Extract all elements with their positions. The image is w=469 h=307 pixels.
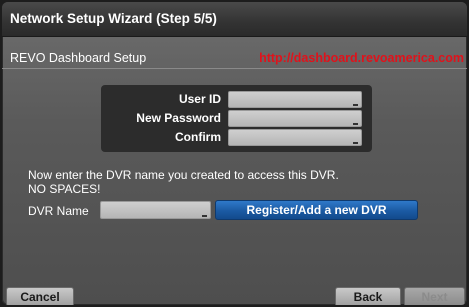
user-id-label: User ID <box>178 92 221 106</box>
instruction-warning: NO SPACES! <box>28 182 101 196</box>
confirm-password-field[interactable] <box>228 129 362 146</box>
field-cursor-icon <box>353 104 358 106</box>
section-heading: REVO Dashboard Setup <box>10 51 147 65</box>
dvr-name-label: DVR Name <box>28 204 89 218</box>
divider <box>2 68 467 69</box>
register-dvr-button[interactable]: Register/Add a new DVR <box>215 200 418 220</box>
new-password-field[interactable] <box>228 110 362 127</box>
field-cursor-icon <box>202 215 207 217</box>
title-bar: Network Setup Wizard (Step 5/5) <box>2 2 467 37</box>
confirm-label: Confirm <box>175 130 221 144</box>
credentials-panel: User ID New Password Confirm <box>101 85 372 152</box>
next-button[interactable]: Next <box>404 287 465 305</box>
user-id-field[interactable] <box>228 91 362 108</box>
instruction-text: Now enter the DVR name you created to ac… <box>28 168 339 182</box>
wizard-window: Network Setup Wizard (Step 5/5) REVO Das… <box>2 2 467 305</box>
dashboard-url: http://dashboard.revoamerica.com <box>259 51 464 65</box>
window-title: Network Setup Wizard (Step 5/5) <box>10 11 217 26</box>
cancel-button[interactable]: Cancel <box>6 287 74 305</box>
back-button[interactable]: Back <box>335 287 401 305</box>
new-password-label: New Password <box>136 111 221 125</box>
field-cursor-icon <box>353 123 358 125</box>
field-cursor-icon <box>353 142 358 144</box>
dvr-name-field[interactable] <box>100 201 211 219</box>
